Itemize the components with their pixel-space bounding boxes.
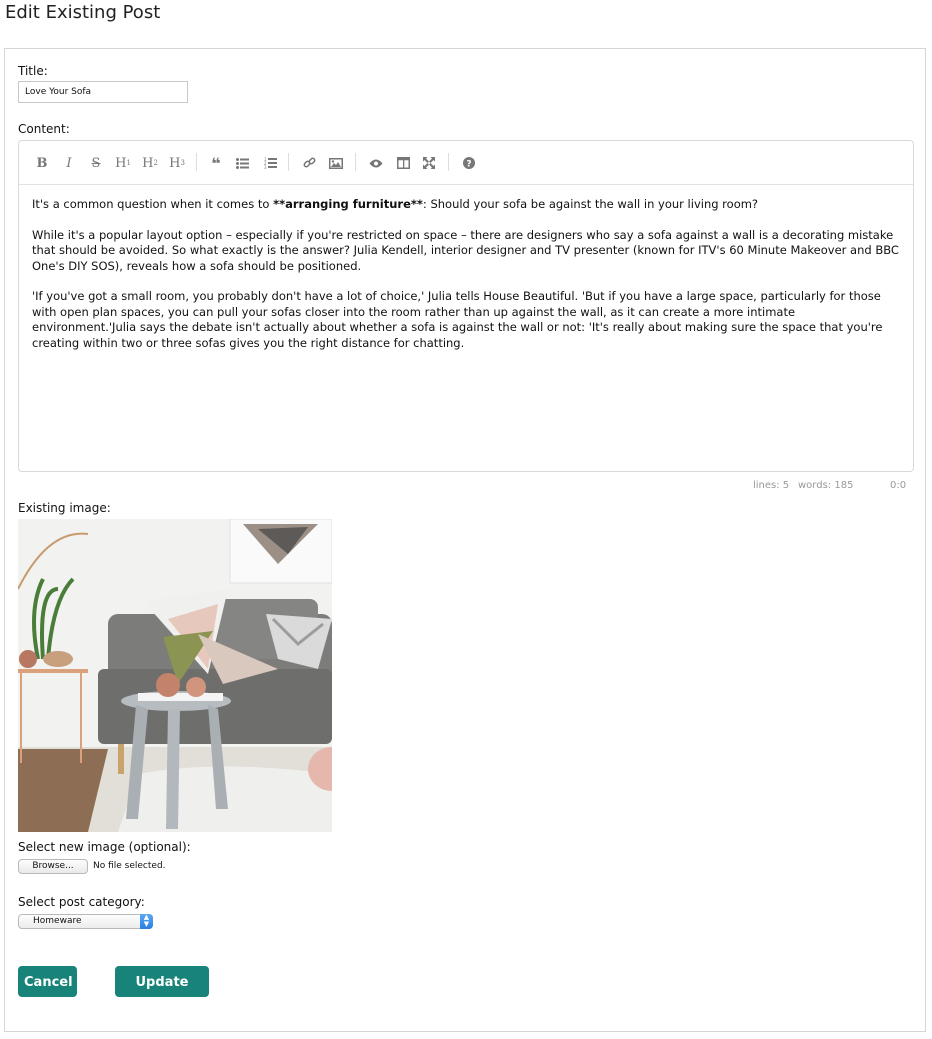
quote-icon[interactable]: ❝ xyxy=(205,153,227,173)
heading-1-icon[interactable]: H1 xyxy=(112,153,134,173)
strikethrough-icon[interactable]: S xyxy=(85,153,107,173)
unordered-list-icon[interactable] xyxy=(231,153,253,173)
new-image-label: Select new image (optional): xyxy=(18,840,191,854)
existing-image xyxy=(18,519,332,832)
title-input[interactable] xyxy=(18,81,188,103)
status-cursor: 0:0 xyxy=(890,480,907,491)
editor-content[interactable]: It's a common question when it comes to … xyxy=(19,185,913,378)
title-label: Title: xyxy=(18,64,48,78)
status-lines: lines: 5 xyxy=(753,480,790,491)
status-words: words: 185 xyxy=(798,480,854,491)
existing-image-label: Existing image: xyxy=(18,501,111,515)
markdown-editor: B I S H1 H2 H3 ❝ 123 ? It's a common que… xyxy=(18,140,914,472)
ordered-list-icon[interactable]: 123 xyxy=(259,153,281,173)
category-select-value: Homeware xyxy=(33,916,82,926)
help-icon[interactable]: ? xyxy=(458,153,480,173)
content-paragraph: While it's a popular layout option – esp… xyxy=(32,227,899,273)
side-by-side-icon[interactable] xyxy=(392,153,414,173)
heading-2-icon[interactable]: H2 xyxy=(139,153,161,173)
select-arrows-icon: ▲ ▼ xyxy=(140,914,153,929)
preview-icon[interactable] xyxy=(365,153,387,173)
content-paragraph: It's a common question when it comes to … xyxy=(32,197,759,211)
category-label: Select post category: xyxy=(18,895,145,909)
heading-3-icon[interactable]: H3 xyxy=(166,153,188,173)
content-paragraph: 'If you've got a small room, you probabl… xyxy=(32,289,883,350)
no-file-text: No file selected. xyxy=(93,861,166,871)
editor-toolbar: B I S H1 H2 H3 ❝ 123 ? xyxy=(19,141,913,185)
page-title: Edit Existing Post xyxy=(5,2,161,23)
svg-text:?: ? xyxy=(466,159,471,169)
link-icon[interactable] xyxy=(298,153,320,173)
image-icon[interactable] xyxy=(325,153,347,173)
cancel-button[interactable]: Cancel xyxy=(18,966,77,997)
fullscreen-icon[interactable] xyxy=(418,153,440,173)
category-select[interactable]: Homeware ▲ ▼ xyxy=(18,914,153,929)
bold-icon[interactable]: B xyxy=(31,153,53,173)
italic-icon[interactable]: I xyxy=(58,153,80,173)
update-post-button[interactable]: Update Post xyxy=(115,966,209,1021)
content-label: Content: xyxy=(18,122,70,136)
browse-button[interactable]: Browse... xyxy=(18,859,88,874)
svg-text:3: 3 xyxy=(264,165,267,169)
